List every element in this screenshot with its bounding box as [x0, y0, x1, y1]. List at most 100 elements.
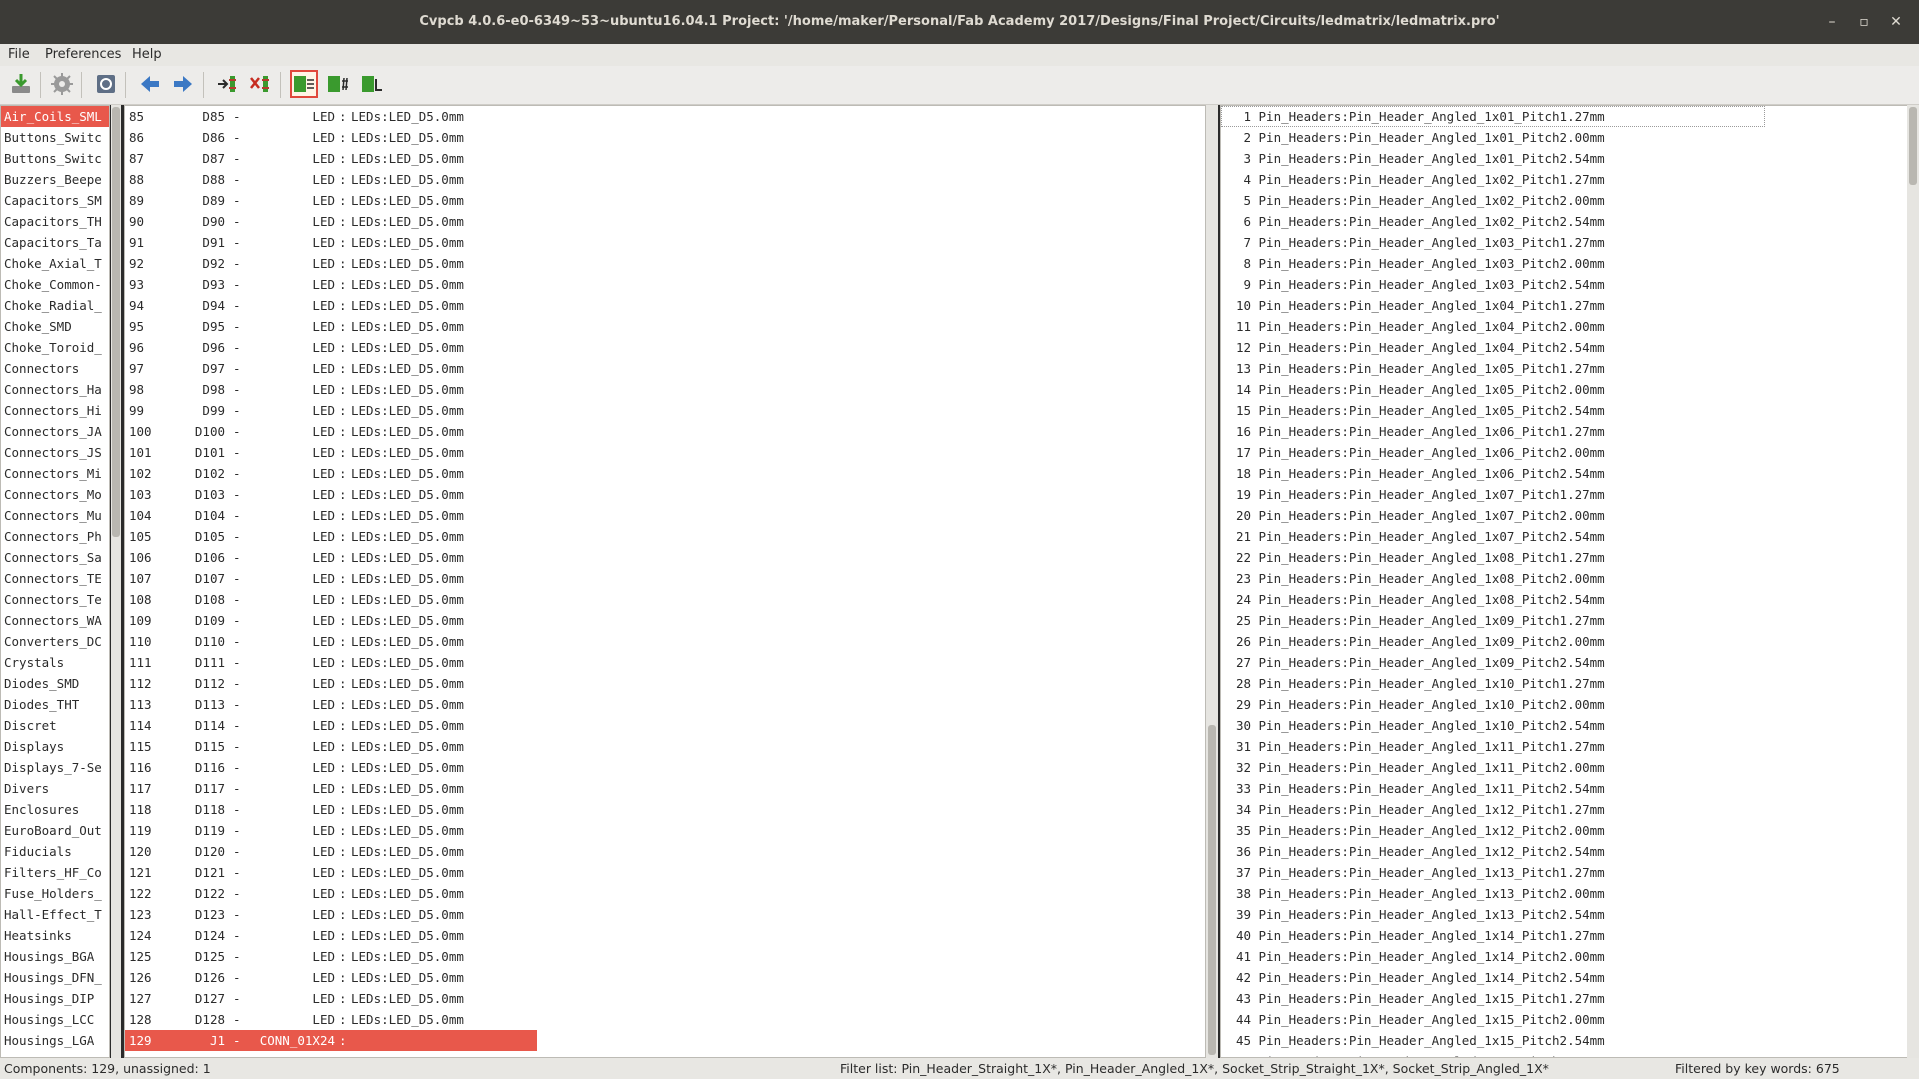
library-item[interactable]: Enclosures — [1, 799, 109, 820]
component-row[interactable]: 96 D96- LED: LEDs:LED_D5.0mm — [125, 337, 1205, 358]
library-item[interactable]: Buttons_Switc — [1, 148, 109, 169]
previous-unassigned-button[interactable] — [136, 70, 164, 98]
library-item[interactable]: Fuse_Holders_ — [1, 883, 109, 904]
component-row[interactable]: 102 D102- LED: LEDs:LED_D5.0mm — [125, 463, 1205, 484]
library-item[interactable]: Displays_7-Se — [1, 757, 109, 778]
library-item[interactable]: Discret — [1, 715, 109, 736]
footprint-item[interactable]: 44 Pin_Headers:Pin_Header_Angled_1x15_Pi… — [1221, 1009, 1907, 1030]
menu-preferences[interactable]: Preferences — [41, 44, 125, 66]
library-item[interactable]: Connectors_Te — [1, 589, 109, 610]
component-row[interactable]: 112 D112- LED: LEDs:LED_D5.0mm — [125, 673, 1205, 694]
library-item[interactable]: Connectors — [1, 358, 109, 379]
component-row[interactable]: 119 D119- LED: LEDs:LED_D5.0mm — [125, 820, 1205, 841]
footprint-item[interactable]: 9 Pin_Headers:Pin_Header_Angled_1x03_Pit… — [1221, 274, 1907, 295]
footprint-item[interactable]: 10 Pin_Headers:Pin_Header_Angled_1x04_Pi… — [1221, 295, 1907, 316]
footprint-item[interactable]: 22 Pin_Headers:Pin_Header_Angled_1x08_Pi… — [1221, 547, 1907, 568]
auto-associate-button[interactable] — [213, 70, 241, 98]
footprint-item[interactable]: 3 Pin_Headers:Pin_Header_Angled_1x01_Pit… — [1221, 148, 1907, 169]
component-row[interactable]: 104 D104- LED: LEDs:LED_D5.0mm — [125, 505, 1205, 526]
footprint-item[interactable]: 1 Pin_Headers:Pin_Header_Angled_1x01_Pit… — [1221, 106, 1765, 127]
footprint-item[interactable]: 31 Pin_Headers:Pin_Header_Angled_1x11_Pi… — [1221, 736, 1907, 757]
component-row[interactable]: 129 J1- CONN_01X24: — [125, 1030, 1205, 1051]
footprint-item[interactable]: 18 Pin_Headers:Pin_Header_Angled_1x06_Pi… — [1221, 463, 1907, 484]
library-item[interactable]: Housings_DIP — [1, 988, 109, 1009]
library-item[interactable]: Air_Coils_SML — [1, 106, 109, 127]
library-item[interactable]: Converters_DC — [1, 631, 109, 652]
component-row[interactable]: 125 D125- LED: LEDs:LED_D5.0mm — [125, 946, 1205, 967]
component-row[interactable]: 87 D87- LED: LEDs:LED_D5.0mm — [125, 148, 1205, 169]
footprint-item[interactable]: 20 Pin_Headers:Pin_Header_Angled_1x07_Pi… — [1221, 505, 1907, 526]
component-row[interactable]: 107 D107- LED: LEDs:LED_D5.0mm — [125, 568, 1205, 589]
library-item[interactable]: Filters_HF_Co — [1, 862, 109, 883]
library-item[interactable]: Diodes_THT — [1, 694, 109, 715]
footprint-item[interactable]: 35 Pin_Headers:Pin_Header_Angled_1x12_Pi… — [1221, 820, 1907, 841]
footprint-item[interactable]: 7 Pin_Headers:Pin_Header_Angled_1x03_Pit… — [1221, 232, 1907, 253]
footprint-item[interactable]: 39 Pin_Headers:Pin_Header_Angled_1x13_Pi… — [1221, 904, 1907, 925]
footprint-item[interactable]: 16 Pin_Headers:Pin_Header_Angled_1x06_Pi… — [1221, 421, 1907, 442]
component-row[interactable]: 128 D128- LED: LEDs:LED_D5.0mm — [125, 1009, 1205, 1030]
component-row[interactable]: 116 D116- LED: LEDs:LED_D5.0mm — [125, 757, 1205, 778]
footprint-item[interactable]: 30 Pin_Headers:Pin_Header_Angled_1x10_Pi… — [1221, 715, 1907, 736]
library-item[interactable]: Capacitors_SM — [1, 190, 109, 211]
close-button[interactable]: ✕ — [1886, 12, 1906, 32]
component-row[interactable]: 94 D94- LED: LEDs:LED_D5.0mm — [125, 295, 1205, 316]
menu-help[interactable]: Help — [128, 44, 166, 66]
footprint-item[interactable]: 45 Pin_Headers:Pin_Header_Angled_1x15_Pi… — [1221, 1030, 1907, 1051]
component-row[interactable]: 113 D113- LED: LEDs:LED_D5.0mm — [125, 694, 1205, 715]
minimize-button[interactable]: – — [1822, 12, 1842, 32]
component-row[interactable]: 124 D124- LED: LEDs:LED_D5.0mm — [125, 925, 1205, 946]
library-list-scroll-thumb[interactable] — [112, 107, 120, 537]
component-row[interactable]: 99 D99- LED: LEDs:LED_D5.0mm — [125, 400, 1205, 421]
footprint-item[interactable]: 40 Pin_Headers:Pin_Header_Angled_1x14_Pi… — [1221, 925, 1907, 946]
component-row[interactable]: 86 D86- LED: LEDs:LED_D5.0mm — [125, 127, 1205, 148]
footprint-item[interactable]: 46 Pin_Headers:Pin_Header_Angled_1x16_Pi… — [1221, 1051, 1907, 1057]
component-row[interactable]: 122 D122- LED: LEDs:LED_D5.0mm — [125, 883, 1205, 904]
component-row[interactable]: 109 D109- LED: LEDs:LED_D5.0mm — [125, 610, 1205, 631]
library-item[interactable]: Choke_Axial_T — [1, 253, 109, 274]
component-row[interactable]: 95 D95- LED: LEDs:LED_D5.0mm — [125, 316, 1205, 337]
component-row[interactable]: 123 D123- LED: LEDs:LED_D5.0mm — [125, 904, 1205, 925]
library-item[interactable]: Connectors_Mo — [1, 484, 109, 505]
footprint-item[interactable]: 21 Pin_Headers:Pin_Header_Angled_1x07_Pi… — [1221, 526, 1907, 547]
footprint-item[interactable]: 11 Pin_Headers:Pin_Header_Angled_1x04_Pi… — [1221, 316, 1907, 337]
footprint-item[interactable]: 38 Pin_Headers:Pin_Header_Angled_1x13_Pi… — [1221, 883, 1907, 904]
footprint-item[interactable]: 14 Pin_Headers:Pin_Header_Angled_1x05_Pi… — [1221, 379, 1907, 400]
footprint-item[interactable]: 12 Pin_Headers:Pin_Header_Angled_1x04_Pi… — [1221, 337, 1907, 358]
library-item[interactable]: Capacitors_Ta — [1, 232, 109, 253]
library-item[interactable]: Connectors_Sa — [1, 547, 109, 568]
library-item[interactable]: Buzzers_Beepe — [1, 169, 109, 190]
filter-by-keywords-button[interactable] — [290, 70, 318, 98]
component-row[interactable]: 115 D115- LED: LEDs:LED_D5.0mm — [125, 736, 1205, 757]
component-row[interactable]: 97 D97- LED: LEDs:LED_D5.0mm — [125, 358, 1205, 379]
footprint-item[interactable]: 17 Pin_Headers:Pin_Header_Angled_1x06_Pi… — [1221, 442, 1907, 463]
library-item[interactable]: Capacitors_TH — [1, 211, 109, 232]
component-row[interactable]: 85 D85- LED: LEDs:LED_D5.0mm — [125, 106, 1205, 127]
delete-all-associations-button[interactable] — [246, 70, 274, 98]
footprint-list-scroll-thumb[interactable] — [1909, 107, 1917, 185]
library-item[interactable]: Crystals — [1, 652, 109, 673]
library-item[interactable]: Housings_LCC — [1, 1009, 109, 1030]
library-item[interactable]: Heatsinks — [1, 925, 109, 946]
component-row[interactable]: 117 D117- LED: LEDs:LED_D5.0mm — [125, 778, 1205, 799]
library-item[interactable]: Connectors_TE — [1, 568, 109, 589]
library-item[interactable]: Housings_DFN_ — [1, 967, 109, 988]
library-item[interactable]: Connectors_Ha — [1, 379, 109, 400]
component-row[interactable]: 108 D108- LED: LEDs:LED_D5.0mm — [125, 589, 1205, 610]
footprint-item[interactable]: 43 Pin_Headers:Pin_Header_Angled_1x15_Pi… — [1221, 988, 1907, 1009]
footprint-item[interactable]: 41 Pin_Headers:Pin_Header_Angled_1x14_Pi… — [1221, 946, 1907, 967]
filter-by-pin-count-button[interactable] — [324, 70, 352, 98]
library-item[interactable]: Connectors_WA — [1, 610, 109, 631]
component-list-scroll-thumb[interactable] — [1208, 725, 1216, 1055]
library-item[interactable]: Displays — [1, 736, 109, 757]
footprint-item[interactable]: 5 Pin_Headers:Pin_Header_Angled_1x02_Pit… — [1221, 190, 1907, 211]
component-row[interactable]: 120 D120- LED: LEDs:LED_D5.0mm — [125, 841, 1205, 862]
library-item[interactable]: Housings_BGA — [1, 946, 109, 967]
component-row[interactable]: 92 D92- LED: LEDs:LED_D5.0mm — [125, 253, 1205, 274]
library-item[interactable]: Choke_Toroid_ — [1, 337, 109, 358]
library-item[interactable]: Fiducials — [1, 841, 109, 862]
component-row[interactable]: 106 D106- LED: LEDs:LED_D5.0mm — [125, 547, 1205, 568]
component-row[interactable]: 93 D93- LED: LEDs:LED_D5.0mm — [125, 274, 1205, 295]
footprint-item[interactable]: 33 Pin_Headers:Pin_Header_Angled_1x11_Pi… — [1221, 778, 1907, 799]
maximize-button[interactable]: ▫ — [1854, 12, 1874, 32]
component-row[interactable]: 105 D105- LED: LEDs:LED_D5.0mm — [125, 526, 1205, 547]
